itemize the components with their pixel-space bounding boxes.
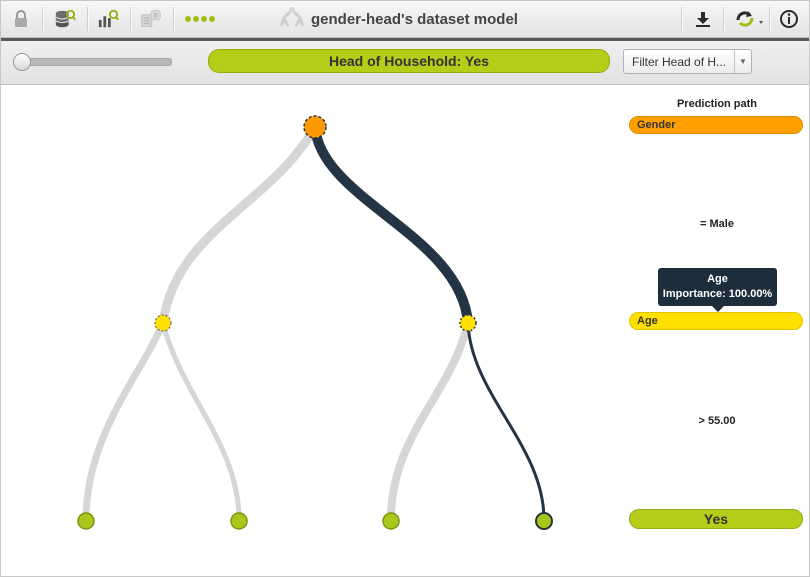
path-step-label: Gender — [637, 119, 676, 131]
lock-icon[interactable] — [10, 8, 32, 30]
tooltip-text: Importance: 100.00% — [662, 288, 773, 300]
path-condition: = Male — [700, 218, 734, 230]
tree-leaf-selected — [535, 512, 553, 530]
tree-node-root — [303, 115, 327, 139]
info-icon[interactable] — [778, 8, 800, 30]
chart-search-icon[interactable] — [97, 8, 119, 30]
confidence-slider-knob[interactable] — [13, 53, 31, 71]
dataset-search-icon[interactable] — [54, 8, 76, 30]
tree-branch — [158, 122, 320, 328]
path-result: Yes — [629, 509, 803, 529]
prediction-result-bar: Head of Household: Yes — [208, 49, 610, 73]
prediction-label: Head of Household: Yes — [329, 53, 489, 69]
tree-leaf — [382, 512, 400, 530]
prediction-path-title: Prediction path — [676, 98, 758, 110]
model-window: 0 gender-head's dataset model Head of Ho… — [0, 0, 810, 577]
window-title-text: gender-head's dataset model — [311, 10, 518, 28]
dots-icon[interactable] — [183, 8, 219, 30]
path-result-label: Yes — [703, 511, 729, 527]
tree-node-split — [154, 314, 172, 332]
tree-branch-active — [466, 321, 546, 522]
badge-count: 0 — [154, 12, 158, 20]
path-step-label: Age — [637, 315, 658, 327]
tree-model-icon — [279, 6, 305, 32]
tree-branch — [160, 320, 242, 523]
filter-select[interactable]: Filter Head of H... ▼ — [623, 49, 752, 74]
tree-branch — [82, 319, 167, 524]
tree-branch-active — [310, 122, 473, 328]
tooltip-title: Age — [707, 273, 728, 285]
path-condition: > 55.00 — [698, 415, 736, 427]
control-bar: Head of Household: Yes Filter Head of H.… — [1, 41, 809, 85]
confidence-slider-track[interactable] — [15, 58, 172, 66]
importance-tooltip: Age Importance: 100.00% — [658, 268, 777, 312]
window-title: gender-head's dataset model — [279, 7, 518, 31]
download-icon[interactable] — [692, 8, 714, 30]
tree-leaf — [230, 512, 248, 530]
path-step-age[interactable]: Age — [629, 312, 803, 330]
tree-node-split — [459, 314, 477, 332]
list-badge-icon[interactable]: 0 — [140, 8, 162, 30]
tree-branch — [387, 319, 472, 524]
decision-tree[interactable] — [1, 85, 621, 575]
filter-select-value: Filter Head of H... — [632, 55, 727, 69]
tree-leaf — [77, 512, 95, 530]
path-step-gender[interactable]: Gender — [629, 116, 803, 134]
reload-icon[interactable] — [734, 8, 764, 30]
toolbar: 0 gender-head's dataset model — [1, 1, 809, 38]
chevron-down-icon: ▼ — [734, 50, 751, 73]
